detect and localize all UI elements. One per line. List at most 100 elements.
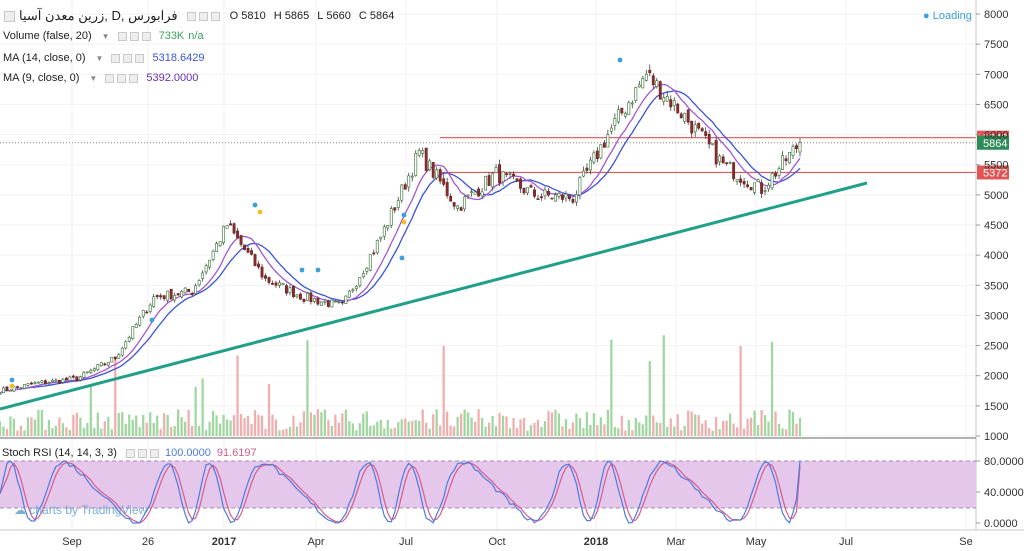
candle (760, 182, 764, 194)
volume-bar (89, 384, 92, 436)
settings-icon[interactable] (129, 31, 139, 41)
candle (627, 102, 631, 115)
visibility-icon[interactable] (105, 73, 115, 83)
volume-bar (96, 412, 99, 436)
candle (68, 376, 72, 381)
visibility-icon[interactable] (198, 11, 208, 21)
chevron-down-icon[interactable]: ▼ (96, 54, 104, 63)
candle (655, 80, 659, 87)
volume-bar (5, 428, 9, 436)
settings-icon[interactable] (117, 73, 127, 83)
candle (410, 175, 414, 178)
candle (749, 187, 753, 191)
ma14-value: 5318.6429 (152, 52, 205, 64)
volume-bar (575, 413, 578, 436)
close-icon[interactable] (129, 73, 139, 83)
candle (578, 177, 582, 196)
candle (319, 301, 323, 306)
volume-bar (320, 412, 323, 436)
candle (665, 96, 669, 102)
candle (519, 178, 522, 189)
close-icon[interactable] (135, 53, 145, 63)
candle (26, 383, 30, 386)
volume-bar (152, 423, 155, 436)
candle (515, 178, 519, 182)
candle (201, 272, 205, 279)
volume-bar (292, 415, 295, 436)
settings-icon[interactable] (125, 448, 135, 458)
visibility-icon[interactable] (137, 448, 147, 458)
volume-bar (522, 417, 526, 436)
ma14-label[interactable]: MA (14, close, 0) (3, 52, 86, 64)
volume-bar (540, 426, 543, 436)
settings-icon[interactable] (123, 53, 133, 63)
candle (75, 376, 79, 382)
stoch-d-value: 91.6197 (216, 447, 257, 459)
candle (225, 225, 229, 229)
volume-bar (407, 421, 410, 436)
candle (365, 267, 369, 272)
candle (246, 248, 250, 253)
volume-bar (33, 419, 37, 436)
volume-bar (753, 410, 756, 436)
volume-bar (617, 428, 620, 436)
volume-bar (428, 428, 431, 436)
ma9-label[interactable]: MA (9, close, 0) (3, 72, 79, 84)
candle (543, 189, 547, 197)
candle (264, 275, 267, 279)
symbol-title[interactable]: زرین معدن آسیا, D, فرابورس (19, 8, 178, 24)
volume-bar (414, 420, 417, 436)
volume-bar (163, 413, 166, 436)
volume-bar (739, 345, 742, 436)
candle (54, 379, 58, 382)
candle (23, 384, 26, 389)
volume-bar (267, 384, 271, 436)
time-tick-label: Sep (62, 536, 82, 548)
time-tick-label: Mar (667, 536, 686, 548)
volume-bar (529, 425, 533, 436)
candle (428, 160, 432, 171)
candle (400, 184, 404, 201)
volume-bar (236, 355, 239, 436)
collapse-icon[interactable] (4, 10, 15, 22)
candle (697, 122, 701, 129)
close-icon[interactable] (210, 11, 220, 21)
volume-bar (260, 415, 264, 436)
visibility-icon[interactable] (111, 53, 121, 63)
volume-bar (788, 409, 791, 436)
chevron-down-icon[interactable]: ▼ (89, 74, 97, 83)
candle (599, 144, 603, 159)
volume-bar (61, 423, 65, 436)
candle (260, 266, 264, 278)
chevron-down-icon[interactable]: ▼ (102, 32, 110, 41)
candle (746, 184, 750, 187)
settings-icon[interactable] (186, 11, 196, 21)
volume-label[interactable]: Volume (false, 20) (3, 30, 92, 42)
candle (634, 87, 638, 101)
candle (113, 356, 117, 360)
close-icon[interactable] (149, 448, 159, 458)
close-icon[interactable] (141, 31, 151, 41)
candle (309, 292, 313, 303)
candle (693, 124, 697, 133)
volume-bar (358, 423, 361, 436)
candle (148, 304, 152, 312)
volume-bar (107, 416, 110, 436)
price-tick-label: 8000 (984, 9, 1008, 21)
candle (2, 387, 5, 394)
volume-bar (508, 428, 512, 436)
volume-bar (515, 428, 519, 436)
stoch-rsi-label[interactable]: Stoch RSI (14, 14, 3, 3) (2, 447, 117, 459)
volume-bar (264, 428, 267, 436)
tradingview-watermark[interactable]: ☁ charts by TradingView (14, 503, 147, 517)
volume-bar (487, 422, 491, 436)
volume-bar (498, 412, 501, 436)
candle (131, 326, 135, 339)
volume-bar (735, 427, 739, 436)
candle (211, 250, 215, 260)
candle (403, 184, 407, 190)
candle (788, 152, 791, 164)
volume-bar (494, 426, 498, 436)
candle (669, 99, 673, 108)
visibility-icon[interactable] (117, 31, 127, 41)
